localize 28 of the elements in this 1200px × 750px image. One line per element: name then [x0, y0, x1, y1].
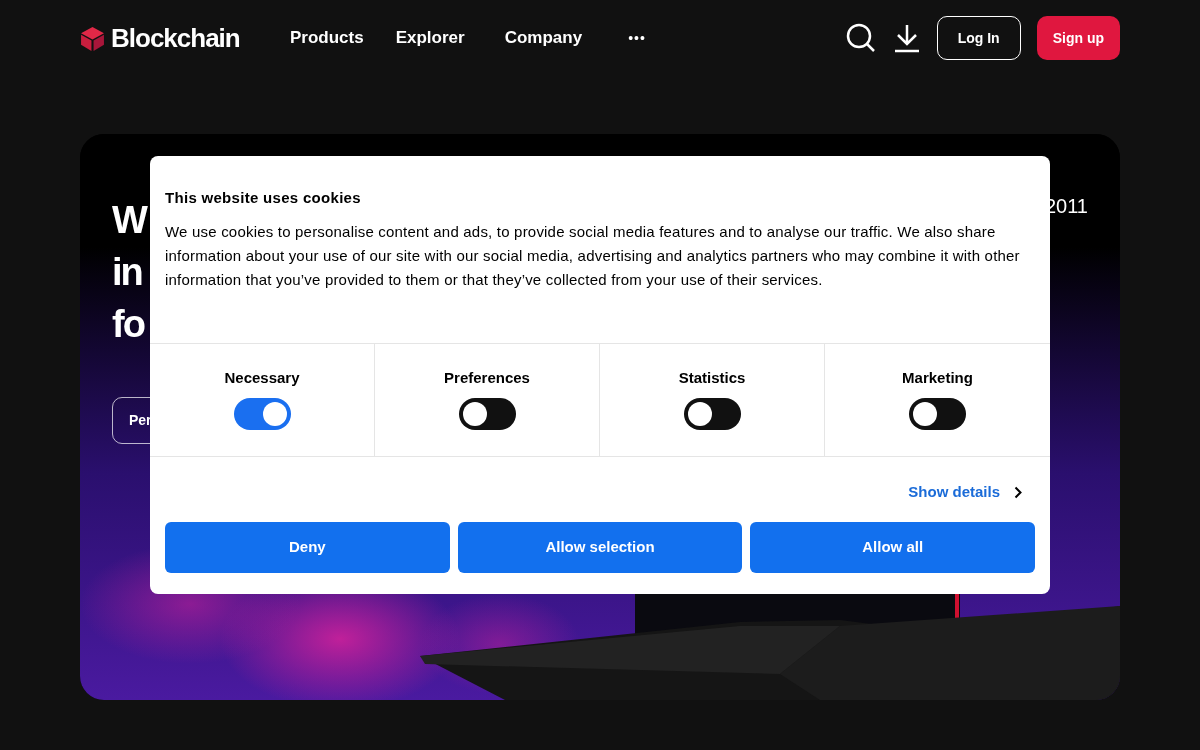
category-label: Preferences [444, 368, 530, 388]
toggle-switch[interactable] [909, 397, 966, 430]
show-details-link[interactable]: Show details [908, 481, 1022, 504]
log-in-button[interactable]: Log In [936, 16, 1021, 60]
nav-link[interactable]: Products [290, 25, 364, 51]
logo-icon[interactable] [80, 25, 105, 51]
nav-link[interactable]: Explorer [395, 25, 465, 51]
toggle-switch[interactable] [458, 397, 516, 430]
dialog-body: We use cookies to personalise content and ads, to provide social media features and to analyse our traffic. We also share information about your use of our site with our social media, advertising and analytics partners who may combine it with other information that you’ve provided to them or that they’ve collected from your use of their services. [165, 221, 1021, 290]
category-label: Marketing [902, 368, 973, 388]
nav-link[interactable]: Company [504, 25, 583, 51]
sign-up-button[interactable]: Sign up [1036, 16, 1120, 60]
hero-heading: W [112, 198, 148, 243]
category-label: Necessary [224, 368, 300, 388]
consent-button[interactable]: Allow all [750, 521, 1035, 573]
toggle-switch[interactable] [233, 397, 291, 430]
chevron-icon [1014, 485, 1022, 499]
download-icon[interactable] [892, 23, 921, 53]
brand-name[interactable]: Blockchain [111, 18, 240, 58]
toggle-switch[interactable] [683, 397, 741, 430]
hero-heading: in [112, 250, 143, 295]
category-label: Statistics [678, 368, 746, 388]
more-menu[interactable]: ••• [628, 27, 646, 49]
hero-heading: fo [112, 302, 146, 347]
consent-button[interactable]: Deny [165, 521, 450, 573]
consent-button[interactable]: Allow selection [457, 521, 743, 573]
search-icon[interactable] [844, 22, 877, 54]
dialog-title: This website uses cookies [165, 188, 362, 208]
